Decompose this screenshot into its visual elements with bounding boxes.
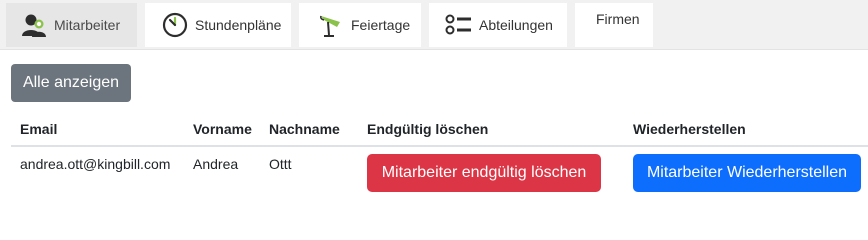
column-header-restore: Wiederherstellen	[633, 121, 746, 137]
show-all-button[interactable]: Alle anzeigen	[11, 64, 131, 102]
tab-label: Firmen	[596, 11, 640, 27]
cell-nachname: Ottt	[269, 156, 292, 172]
tab-stundenplaene[interactable]: Stundenpläne	[145, 3, 291, 47]
delete-permanently-button[interactable]: Mitarbeiter endgültig löschen	[367, 154, 601, 192]
column-header-email: Email	[20, 121, 58, 137]
tab-bar: Mitarbeiter Stundenpläne Feiertage Abtei…	[0, 0, 868, 50]
tab-label: Mitarbeiter	[54, 17, 121, 33]
list-toggle-icon	[445, 11, 473, 39]
tab-firmen[interactable]: Firmen	[575, 3, 653, 47]
tab-mitarbeiter[interactable]: Mitarbeiter	[6, 3, 137, 47]
clock-icon	[161, 11, 189, 39]
tab-label: Abteilungen	[479, 17, 553, 33]
column-header-vorname: Vorname	[193, 121, 252, 137]
restore-button[interactable]: Mitarbeiter Wiederherstellen	[633, 154, 861, 192]
tab-feiertage[interactable]: Feiertage	[299, 3, 421, 47]
tab-label: Feiertage	[351, 17, 411, 33]
header-divider	[11, 145, 868, 147]
cell-email: andrea.ott@kingbill.com	[20, 156, 171, 172]
tab-label: Stundenpläne	[195, 17, 282, 33]
cell-vorname: Andrea	[193, 156, 239, 172]
column-header-nachname: Nachname	[269, 121, 340, 137]
users-icon	[20, 11, 48, 39]
lamp-icon	[317, 11, 345, 39]
tab-abteilungen[interactable]: Abteilungen	[429, 3, 567, 47]
column-header-delete: Endgültig löschen	[367, 121, 489, 137]
